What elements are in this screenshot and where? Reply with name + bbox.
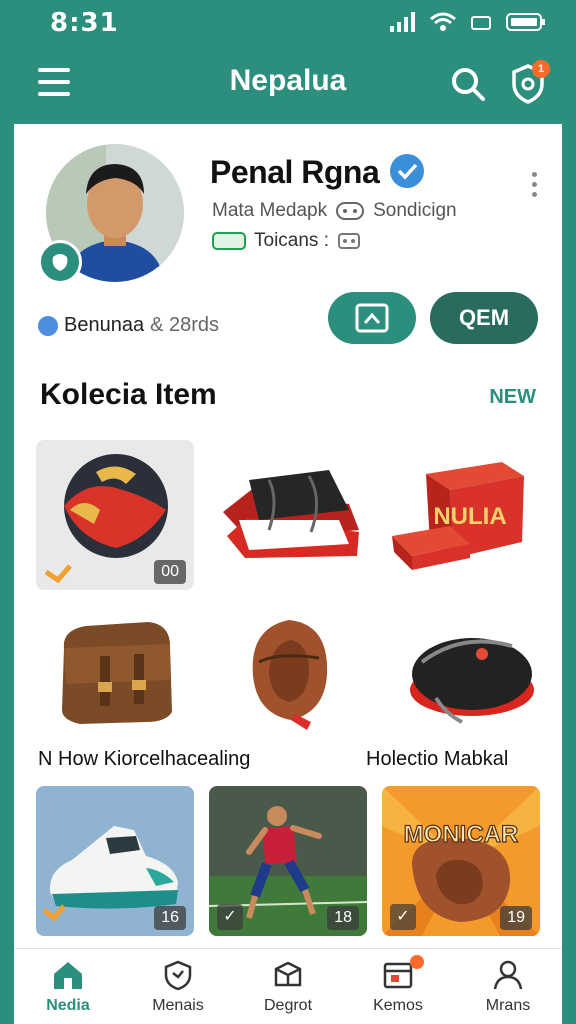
item-count: 19 [500,906,532,930]
nav-item-home[interactable]: Nedia [18,959,118,1015]
controller-icon [337,233,360,249]
avatar-status-badge [38,240,82,284]
selected-check-icon[interactable]: ✓ [217,904,243,930]
app-bar: Nepalua 1 [0,48,576,124]
box-icon [274,961,302,987]
check-icon [38,315,58,336]
gamepad-icon [336,202,365,220]
jersey-bag-image [223,470,359,558]
signal-icon [390,12,415,32]
nav-label: Degrot [263,997,313,1014]
leaf-icon [52,254,68,271]
notification-badge: 1 [532,60,550,78]
row-label-left: N How Kiorcelhacealing [38,748,251,770]
item-count: 16 [154,906,186,930]
item-tile-monicar[interactable]: MONICAR ✓ 19 [382,786,540,936]
bottom-nav: Nedia Menais Degrot Kemos Mrans [14,948,562,1024]
status-time: 8:31 [50,8,119,38]
search-button[interactable] [448,64,488,104]
share-button[interactable] [328,292,416,344]
item-tile-padded-mitt[interactable] [382,602,540,752]
padded-mitt-image [410,638,534,724]
nav-label: Mrans [485,997,531,1014]
data-icon [471,16,491,30]
monicar-text: MONICAR [404,821,519,848]
item-tile-basketball[interactable]: 00 [36,440,194,590]
section-new-link[interactable]: NEW [489,386,536,409]
nav-item-kemos[interactable]: Kemos [348,955,448,1015]
notification-button[interactable]: 1 [508,60,550,106]
nav-item-mrans[interactable]: Mrans [458,959,558,1015]
profile-tokens: Toicans : [212,230,361,252]
shield-icon [164,960,192,991]
tokens-label: Toicans : [254,230,329,251]
nav-notification-badge [410,955,424,969]
selected-check-icon[interactable]: ✓ [390,904,416,930]
item-tile-leather-bag[interactable] [36,602,194,752]
followers-count: & 28rds [150,314,220,336]
qem-button[interactable]: QEM [430,292,538,344]
nav-label: Kemos [373,997,423,1014]
nav-item-menais[interactable]: Menais [128,959,228,1015]
more-options-button[interactable] [528,172,540,202]
nav-label: Nedia [46,997,90,1014]
token-badge-icon [212,232,246,250]
verified-icon [390,154,424,188]
profile-subtitle: Mata Medapk [212,200,328,221]
followers-name: Benunaa [64,314,145,336]
profile-subtitle-extra: Sondicign [373,200,457,221]
baseball-glove-image [252,620,328,730]
item-tile-nulia-box[interactable]: NULIA [382,440,540,590]
nav-item-degrot[interactable]: Degrot [238,959,338,1015]
item-tile-jersey-bag[interactable] [209,440,367,590]
item-count: 00 [154,560,186,584]
row-label-right: Holectio Mabkal [366,748,509,770]
app-title: Nepalua [229,64,347,97]
home-icon [54,962,82,989]
section-title: Kolecia Item [40,378,217,411]
item-tile-baseball-glove[interactable] [209,602,367,752]
status-bar: 8:31 [0,0,576,48]
followers-row[interactable]: Benunaa & 28rds [38,314,219,337]
box-text: NULIA [433,503,506,530]
item-tile-sneaker[interactable]: 16 [36,786,194,936]
nulia-box-image: NULIA [392,462,524,570]
share-icon [355,303,389,333]
item-tile-footballer[interactable]: ✓ 18 [209,786,367,936]
profile-name: Penal Rgna [210,154,380,190]
person-icon [493,960,523,990]
main-content: Penal Rgna Mata Medapk Sondicign Toicans… [14,124,562,1024]
nav-label: Menais [152,997,204,1014]
battery-icon [506,13,545,31]
profile-meta: Mata Medapk Sondicign [212,200,457,222]
wifi-icon [430,12,456,31]
search-icon [452,68,485,101]
leather-bag-image [62,622,172,724]
status-icons [390,12,546,32]
item-count: 18 [327,906,359,930]
